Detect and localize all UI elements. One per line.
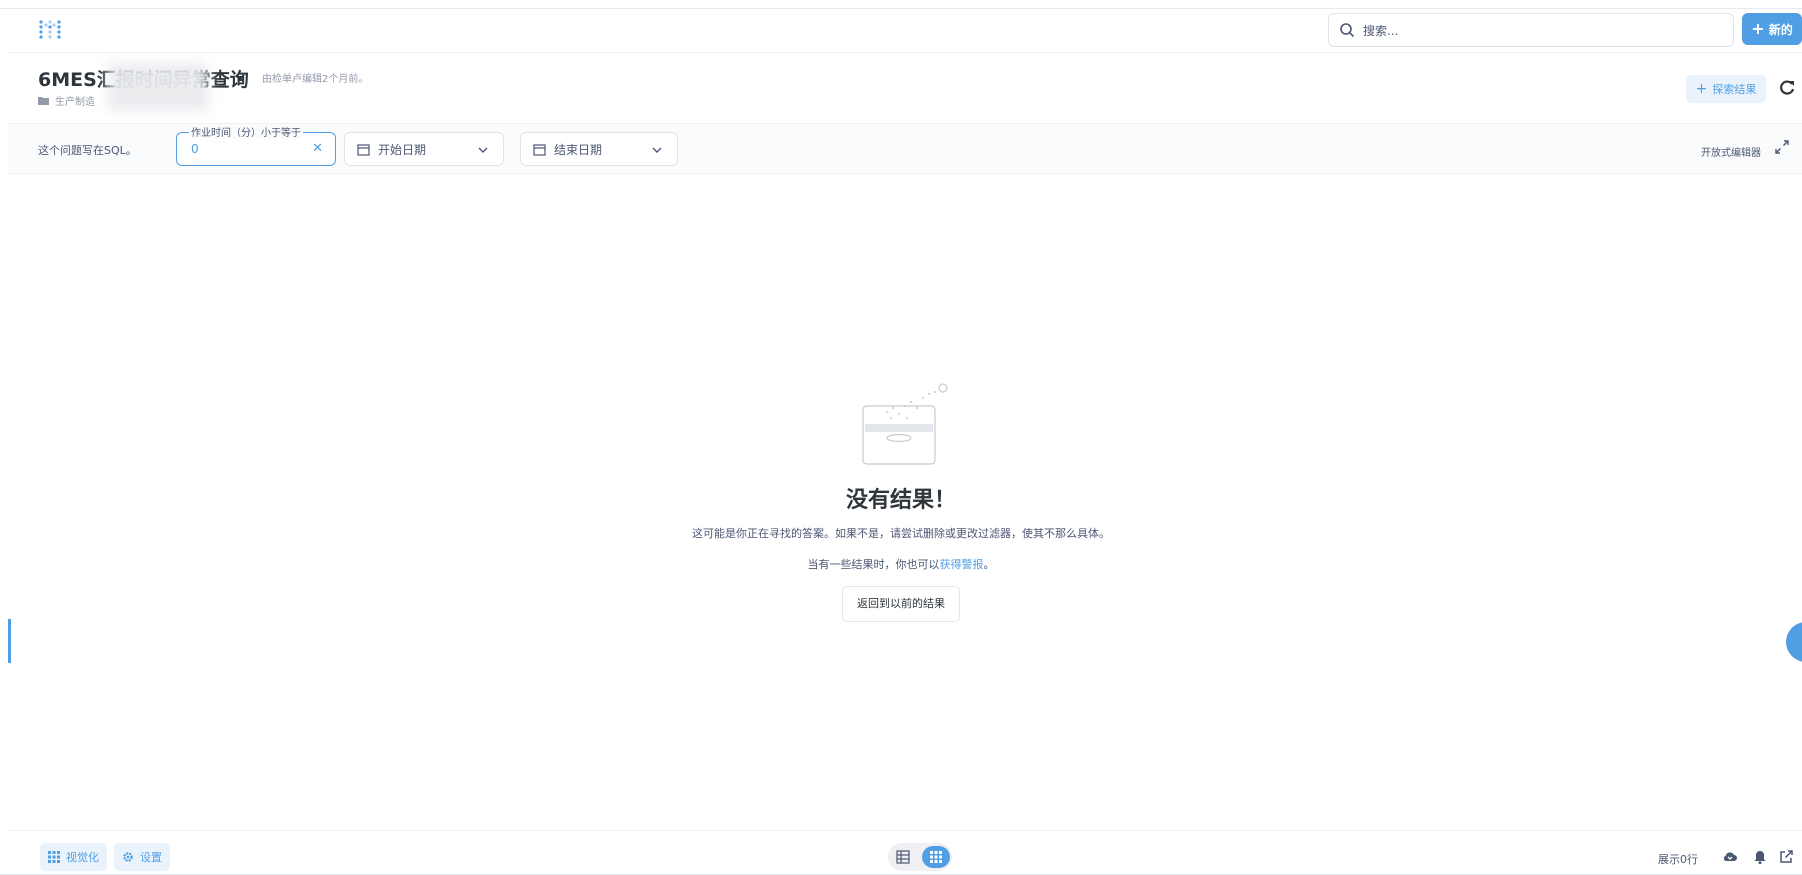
view-mode-toggle[interactable]: [888, 843, 952, 871]
sidebar-edge-indicator[interactable]: [8, 619, 11, 663]
new-button-label: 新的: [1768, 22, 1793, 37]
row-count: 展示0行: [1658, 853, 1698, 866]
plus-icon: +: [1751, 19, 1765, 38]
grid-icon: [48, 851, 60, 863]
search-icon: [1340, 23, 1355, 38]
chart-view-option[interactable]: [922, 846, 950, 868]
no-results-description: 这可能是你正在寻找的答案。如果不是，请尝试删除或更改过滤器，使其不那么具体。: [692, 527, 1110, 540]
refresh-icon[interactable]: [1778, 79, 1796, 97]
chevron-down-icon: [478, 147, 488, 153]
open-editor-link[interactable]: 开放式编辑器: [1701, 144, 1761, 159]
redacted-area: [108, 63, 208, 111]
start-date-label: 开始日期: [378, 142, 427, 157]
empty-box-icon: [862, 383, 948, 465]
settings-label: 设置: [140, 851, 162, 864]
parameter-value[interactable]: 0: [191, 142, 199, 156]
search-placeholder: 搜索...: [1363, 23, 1399, 38]
collection-breadcrumb[interactable]: 生产制造: [38, 93, 95, 108]
plus-icon: +: [1695, 81, 1708, 97]
table-icon[interactable]: [896, 850, 910, 864]
visualize-button[interactable]: 视觉化: [40, 843, 107, 871]
settings-button[interactable]: 设置: [114, 843, 170, 871]
clear-icon[interactable]: ✕: [312, 141, 323, 156]
work-time-parameter[interactable]: 作业时间（分）小于等于 0 ✕: [176, 124, 336, 166]
explore-results-label: 探索结果: [1712, 83, 1757, 96]
parameter-label: 作业时间（分）小于等于: [189, 124, 303, 139]
back-to-previous-results-button[interactable]: 返回到以前的结果: [842, 586, 960, 622]
chevron-down-icon: [652, 147, 662, 153]
end-date-filter[interactable]: 结束日期: [520, 132, 678, 166]
visualize-label: 视觉化: [66, 851, 99, 864]
metabase-logo-icon[interactable]: [38, 19, 62, 41]
alert-hint-suffix: 。: [983, 558, 995, 571]
parameters-bar: 这个问题写在SQL。 作业时间（分）小于等于 0 ✕ 开始日期 结束日期 开放式…: [8, 123, 1802, 174]
search-input[interactable]: 搜索...: [1328, 13, 1734, 47]
chevron-down-icon[interactable]: [233, 70, 247, 84]
no-results-title: 没有结果！: [845, 488, 956, 513]
download-cloud-icon[interactable]: [1722, 849, 1738, 865]
bell-icon[interactable]: [1752, 849, 1768, 865]
sidebar-toggle-button[interactable]: [1786, 622, 1802, 662]
get-alert-link[interactable]: 获得警报: [940, 558, 984, 571]
folder-icon: [38, 97, 49, 105]
collection-name: 生产制造: [55, 97, 95, 108]
share-icon[interactable]: [1778, 849, 1794, 865]
last-edited-note[interactable]: 由检单卢编辑2个月前。: [262, 70, 368, 85]
explore-results-button[interactable]: + 探索结果: [1686, 75, 1766, 103]
alert-hint: 当有一些结果时，你也可以获得警报。: [0, 556, 1802, 572]
question-header: 6MES汇报时间异常查询 由检单卢编辑2个月前。 生产制造 + 探索结果: [8, 53, 1802, 123]
alert-hint-prefix: 当有一些结果时，你也可以: [807, 558, 940, 571]
new-button[interactable]: + 新的: [1742, 13, 1802, 45]
calendar-icon: [533, 143, 546, 156]
top-nav: 搜索... + 新的: [8, 9, 1802, 53]
calendar-icon: [357, 143, 370, 156]
expand-icon[interactable]: [1774, 139, 1790, 155]
gear-icon: [123, 852, 133, 862]
view-footer: 视觉化 设置 展示0行: [8, 830, 1802, 874]
grid-icon: [930, 851, 942, 863]
sql-note: 这个问题写在SQL。: [38, 144, 137, 157]
empty-state: 没有结果！ 这可能是你正在寻找的答案。如果不是，请尝试删除或更改过滤器，使其不那…: [0, 380, 1802, 622]
end-date-label: 结束日期: [554, 142, 603, 157]
start-date-filter[interactable]: 开始日期: [344, 132, 504, 166]
